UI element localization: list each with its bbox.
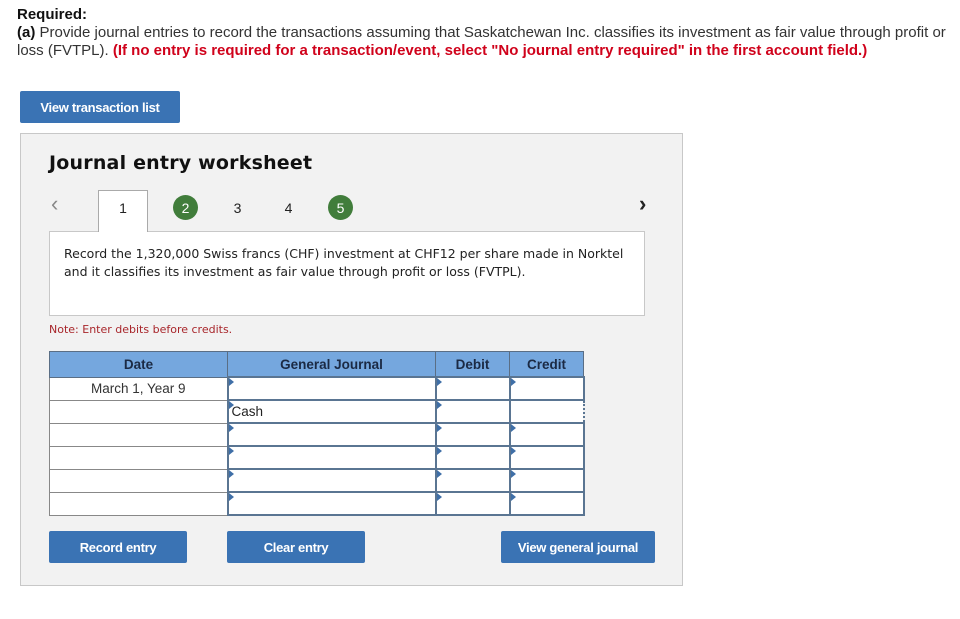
view-transaction-list-button[interactable]: View transaction list [20,91,180,123]
table-row [49,445,585,470]
debit-field[interactable] [434,422,511,447]
account-field[interactable] [226,422,437,447]
credit-field[interactable] [508,422,585,447]
dropdown-marker-icon [436,424,442,432]
dropdown-marker-icon [436,378,442,386]
header-debit: Debit [435,351,510,378]
debit-field[interactable] [434,445,511,470]
dropdown-marker-icon [228,470,234,478]
part-label: (a) [17,24,36,41]
account-field[interactable] [226,468,437,493]
tab-5[interactable]: 5 [328,195,353,220]
tab-1[interactable]: 1 [98,190,148,232]
instructions-text: (a) Provide journal entries to record th… [17,24,947,60]
dropdown-marker-icon [436,447,442,455]
dropdown-marker-icon [228,424,234,432]
tab-2[interactable]: 2 [173,195,198,220]
date-cell: March 1, Year 9 [49,376,228,401]
required-heading: Required: [17,6,88,23]
journal-entry-worksheet-panel: Journal entry worksheet ‹ › 1 2 3 4 5 Re… [20,133,683,586]
table-row: March 1, Year 9 [49,376,585,401]
dropdown-marker-icon [510,447,516,455]
header-credit: Credit [509,351,584,378]
account-field[interactable] [226,376,437,401]
date-cell [49,491,228,516]
header-date: Date [49,351,228,378]
dropdown-marker-icon [228,378,234,386]
table-row [49,491,585,516]
table-row: Cash [49,399,585,424]
date-cell [49,422,228,447]
debit-field[interactable] [434,468,511,493]
dropdown-marker-icon [436,470,442,478]
debits-before-credits-note: Note: Enter debits before credits. [49,323,233,336]
dropdown-marker-icon [510,493,516,501]
table-row [49,468,585,493]
record-entry-button[interactable]: Record entry [49,531,187,563]
credit-field[interactable] [508,491,585,516]
debit-field[interactable] [434,491,511,516]
dropdown-marker-icon [510,424,516,432]
table-row [49,422,585,447]
credit-field[interactable] [508,376,585,401]
chevron-right-icon[interactable]: › [639,193,646,215]
credit-field-focused[interactable] [508,399,585,424]
instructions: Required: (a) Provide journal entries to… [17,6,947,60]
dropdown-marker-icon [228,401,234,409]
debit-field[interactable] [434,399,511,424]
chevron-left-icon[interactable]: ‹ [51,193,58,215]
date-cell [49,399,228,424]
transaction-description: Record the 1,320,000 Swiss francs (CHF) … [49,231,645,316]
account-field[interactable] [226,445,437,470]
date-cell [49,468,228,493]
dropdown-marker-icon [436,493,442,501]
clear-entry-button[interactable]: Clear entry [227,531,365,563]
view-general-journal-button[interactable]: View general journal [501,531,655,563]
account-field[interactable]: Cash [226,399,437,424]
credit-field[interactable] [508,445,585,470]
instructions-red-note: (If no entry is required for a transacti… [112,42,868,59]
date-cell [49,445,228,470]
debit-field[interactable] [434,376,511,401]
account-field[interactable] [226,491,437,516]
tab-4[interactable]: 4 [276,195,301,220]
dropdown-marker-icon [436,401,442,409]
dropdown-marker-icon [510,470,516,478]
credit-field[interactable] [508,468,585,493]
journal-entry-table: Date General Journal Debit Credit March … [49,351,585,516]
header-general-journal: General Journal [227,351,436,378]
dropdown-marker-icon [510,378,516,386]
dropdown-marker-icon [228,493,234,501]
tab-3[interactable]: 3 [225,195,250,220]
worksheet-title: Journal entry worksheet [49,152,313,174]
dropdown-marker-icon [228,447,234,455]
